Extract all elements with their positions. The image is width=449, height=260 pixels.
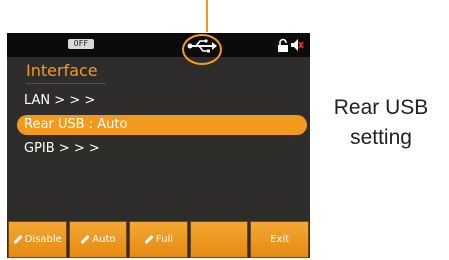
callout-pointer-line [206,0,208,32]
softkey-blank[interactable] [189,221,249,258]
softkey-bar: Disable Auto Full Exit [7,221,310,258]
menu-item-lan[interactable]: LAN > > > [24,91,95,111]
menu-title: Interface [26,61,98,80]
softkey-disable[interactable]: Disable [8,221,67,258]
caption: Rear USB setting [323,93,439,153]
pen-icon [13,234,23,245]
output-state-badge: OFF [68,39,94,49]
lock-icon [278,38,288,52]
title-underline [26,83,106,84]
softkey-auto[interactable]: Auto [68,221,128,258]
device-screen: OFF Interface LAN > > > Rear USB : Auto … [7,33,310,258]
softkey-label: Disable [24,234,62,245]
softkey-label: Auto [92,234,116,245]
menu-item-rear-usb[interactable]: Rear USB : Auto [17,115,307,135]
softkey-full[interactable]: Full [129,221,188,258]
caption-line-2: setting [350,126,412,149]
status-bar: OFF [7,33,310,57]
caption-line-1: Rear USB [333,96,429,119]
pen-icon [144,234,154,245]
usb-highlight-ring [182,34,222,65]
speaker-muted-icon [291,39,304,51]
pen-icon [80,234,90,245]
softkey-label: Full [155,234,174,245]
softkey-exit[interactable]: Exit [250,221,309,258]
softkey-label: Exit [270,234,290,245]
menu-item-gpib[interactable]: GPIB > > > [24,139,100,159]
